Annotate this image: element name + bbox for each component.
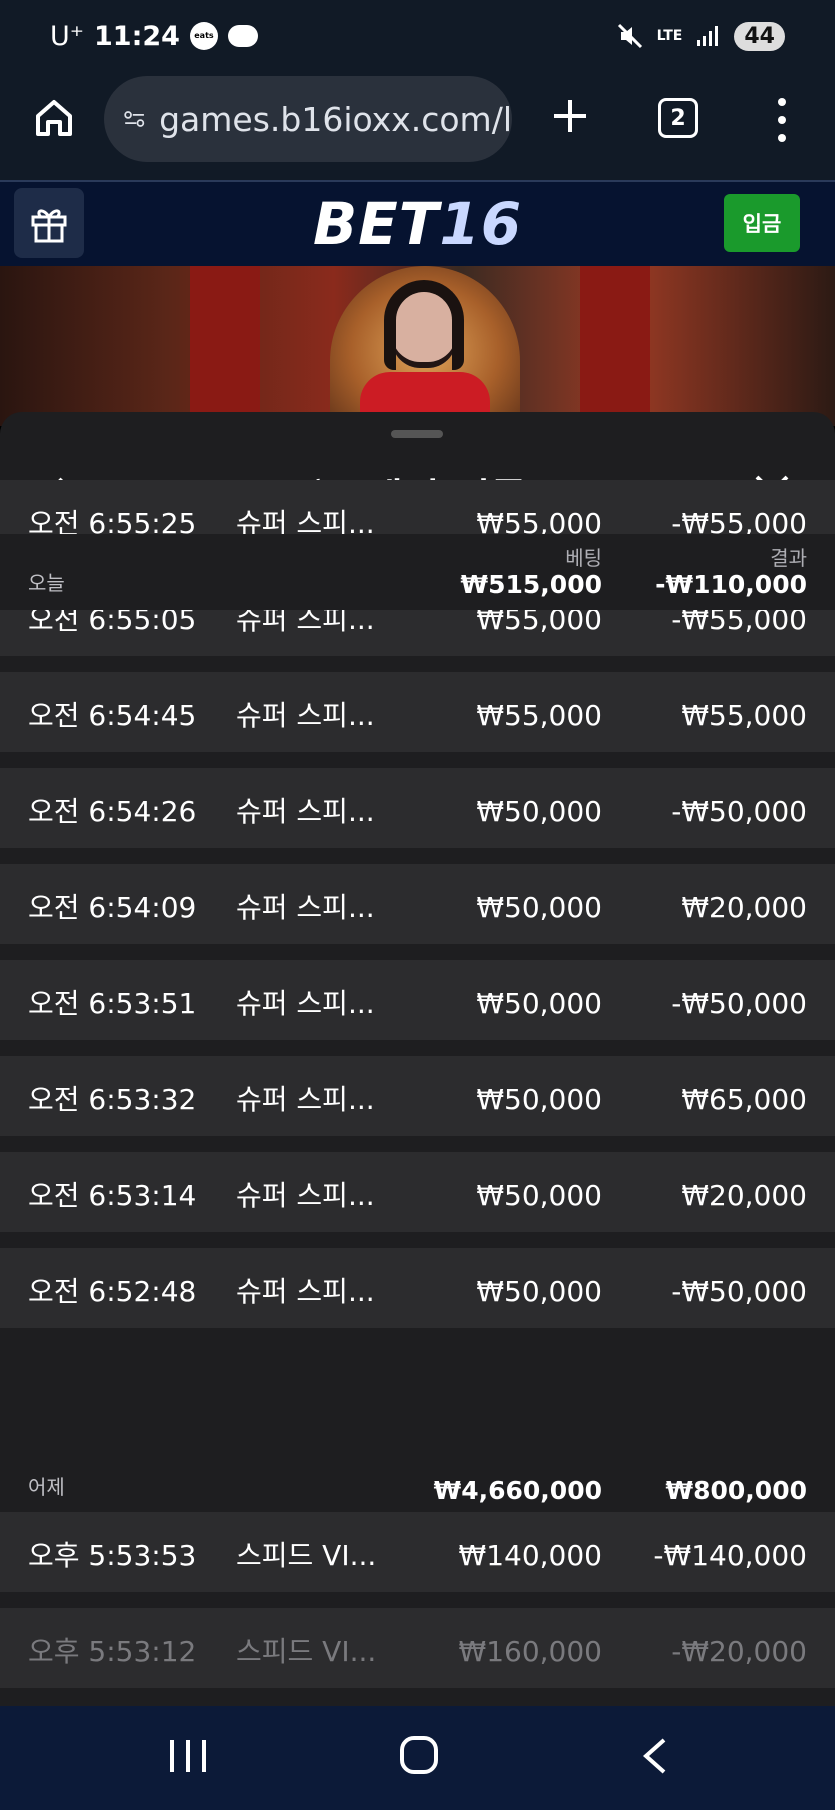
row-game-name: 스피드 VI...: [236, 1539, 377, 1572]
history-row[interactable]: 오전 6:53:14 슈퍼 스피... ₩50,000 ₩20,000: [0, 1152, 835, 1240]
row-time: 오후 5:53:53: [28, 1539, 197, 1572]
row-result-amount: ₩20,000: [681, 891, 807, 924]
result-total: -₩110,000: [655, 570, 807, 599]
row-result-amount: -₩50,000: [671, 795, 807, 828]
row-result-amount: -₩20,000: [671, 1635, 807, 1668]
row-time: 오후 5:53:12: [28, 1635, 197, 1668]
game-history-panel: 게임 기록 오전 6:55:25슈퍼 스피...₩55,000-₩55,000오…: [0, 412, 835, 1706]
row-game-name: 슈퍼 스피...: [236, 795, 375, 828]
row-time: 오전 6:53:32: [28, 1083, 197, 1116]
row-bet-amount: ₩160,000: [458, 1635, 602, 1668]
result-total: ₩800,000: [665, 1476, 807, 1505]
url-bar[interactable]: games.b16ioxx.com/l: [104, 76, 512, 162]
row-time: 오전 6:53:51: [28, 987, 197, 1020]
eats-app-icon: eats: [189, 22, 218, 50]
row-time: 오전 6:52:48: [28, 1275, 197, 1308]
carrier-label: U⁺: [50, 20, 85, 52]
tab-switcher-button[interactable]: 2: [658, 98, 698, 138]
result-column-header: 결과: [770, 546, 807, 570]
mute-icon: [617, 23, 642, 49]
row-time: 오전 6:54:26: [28, 795, 197, 828]
more-menu-icon[interactable]: [770, 98, 794, 142]
row-game-name: 슈퍼 스피...: [236, 1083, 375, 1116]
home-icon[interactable]: [32, 96, 76, 140]
row-result-amount: ₩55,000: [681, 699, 807, 732]
system-navigation-bar: [0, 1706, 835, 1810]
history-row[interactable]: 오전 6:53:32 슈퍼 스피... ₩50,000 ₩65,000: [0, 1056, 835, 1144]
history-row[interactable]: 오전 6:54:45 슈퍼 스피... ₩55,000 ₩55,000: [0, 672, 835, 760]
row-bet-amount: ₩50,000: [476, 987, 602, 1020]
row-game-name: 슈퍼 스피...: [236, 891, 375, 924]
bet-total: ₩4,660,000: [433, 1476, 602, 1505]
day-summary-today: 오늘 베팅 결과 ₩515,000 -₩110,000: [0, 534, 835, 610]
bet-column-header: 베팅: [565, 546, 602, 570]
row-time: 오전 6:54:09: [28, 891, 197, 924]
deposit-button[interactable]: 입금: [724, 194, 800, 252]
site-logo[interactable]: BET16: [0, 190, 835, 258]
row-game-name: 슈퍼 스피...: [236, 1275, 375, 1308]
row-result-amount: ₩20,000: [681, 1179, 807, 1212]
row-game-name: 슈퍼 스피...: [236, 699, 375, 732]
row-bet-amount: ₩50,000: [476, 1179, 602, 1212]
row-bet-amount: ₩50,000: [476, 891, 602, 924]
history-row[interactable]: 오전 6:53:51 슈퍼 스피... ₩50,000 -₩50,000: [0, 960, 835, 1048]
recent-apps-icon[interactable]: [170, 1740, 206, 1776]
row-bet-amount: ₩50,000: [476, 1275, 602, 1308]
row-result-amount: -₩50,000: [671, 1275, 807, 1308]
day-label: 오늘: [28, 571, 65, 595]
day-summary-yesterday: 어제 ₩4,660,000 ₩800,000: [0, 1424, 835, 1524]
status-bar: U⁺ 11:24 eats LTE 44: [0, 0, 835, 72]
history-row[interactable]: 오후 5:53:53 스피드 VI... ₩140,000 -₩140,000: [0, 1512, 835, 1600]
row-game-name: 스피드 VI...: [236, 1635, 377, 1668]
live-game-video: [0, 266, 835, 426]
battery-level: 44: [734, 21, 785, 51]
row-bet-amount: ₩140,000: [458, 1539, 602, 1572]
row-result-amount: -₩50,000: [671, 987, 807, 1020]
back-nav-icon[interactable]: [636, 1736, 676, 1776]
bet-total: ₩515,000: [460, 570, 602, 599]
row-bet-amount: ₩55,000: [476, 699, 602, 732]
home-nav-icon[interactable]: [400, 1736, 438, 1774]
row-time: 오전 6:53:14: [28, 1179, 197, 1212]
row-game-name: 슈퍼 스피...: [236, 1179, 375, 1212]
day-label: 어제: [28, 1475, 65, 1499]
browser-toolbar: games.b16ioxx.com/l 2: [0, 72, 835, 180]
signal-icon: [697, 26, 719, 46]
history-row[interactable]: 오전 6:52:48 슈퍼 스피... ₩50,000 -₩50,000: [0, 1248, 835, 1336]
row-bet-amount: ₩50,000: [476, 795, 602, 828]
history-row[interactable]: 오전 6:54:09 슈퍼 스피... ₩50,000 ₩20,000: [0, 864, 835, 952]
row-bet-amount: ₩50,000: [476, 1083, 602, 1116]
row-time: 오전 6:54:45: [28, 699, 197, 732]
chat-app-icon: [227, 25, 258, 47]
new-tab-icon[interactable]: [548, 94, 592, 138]
history-row[interactable]: 오전 6:54:26 슈퍼 스피... ₩50,000 -₩50,000: [0, 768, 835, 856]
row-result-amount: -₩140,000: [653, 1539, 807, 1572]
site-settings-icon[interactable]: [124, 104, 145, 134]
site-header: BET16 입금: [0, 180, 835, 266]
drag-handle[interactable]: [391, 430, 443, 438]
row-result-amount: ₩65,000: [681, 1083, 807, 1116]
row-game-name: 슈퍼 스피...: [236, 987, 375, 1020]
url-text: games.b16ioxx.com/l: [159, 99, 512, 139]
clock: 11:24: [94, 20, 180, 52]
history-row[interactable]: 오후 5:53:12 스피드 VI... ₩160,000 -₩20,000: [0, 1608, 835, 1696]
network-type: LTE: [656, 28, 683, 44]
